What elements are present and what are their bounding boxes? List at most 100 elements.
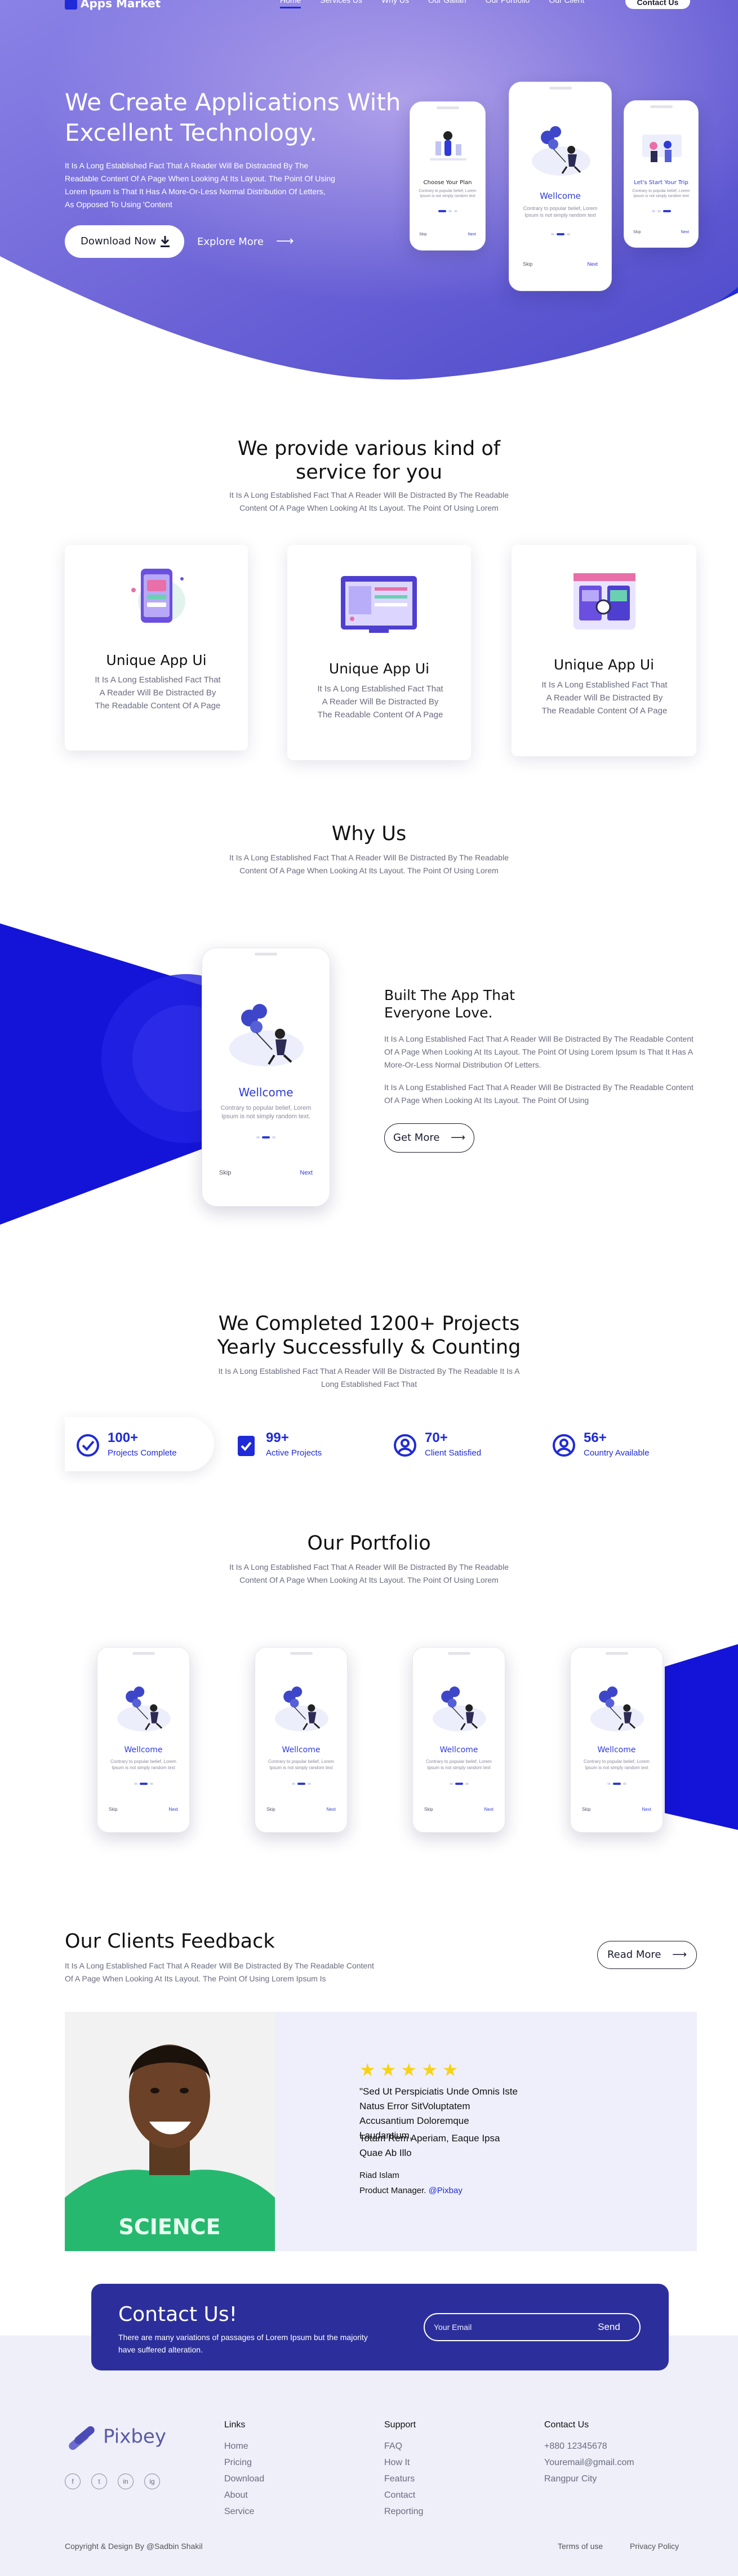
footer-link-about[interactable]: About	[224, 2487, 264, 2503]
pager-dots	[438, 210, 457, 212]
nav-portfolio[interactable]: Our Portfolio	[486, 0, 530, 8]
pager-dots	[550, 233, 570, 235]
phone-next: Next	[642, 1807, 651, 1812]
client-photo: SCIENCE	[65, 2012, 275, 2251]
copyright: Copyright & Design By @Sadbin Shakil	[65, 2542, 203, 2551]
hero-section: Apps Market Home Services Us Why Us Our …	[0, 0, 738, 405]
welcome-illustration-icon	[229, 1004, 304, 1066]
card-title: Unique App Ui	[106, 652, 207, 668]
nav-client[interactable]: Our Client	[549, 0, 584, 8]
phone-skip: Skip	[109, 1807, 118, 1812]
stat-label: Client Satisfied	[425, 1448, 482, 1458]
facebook-icon[interactable]: f	[65, 2474, 81, 2489]
footer-link-download[interactable]: Download	[224, 2471, 264, 2487]
portfolio-phone[interactable]: Wellcome Contrary to popular belief, Lore…	[97, 1647, 190, 1833]
phone-next: Next	[168, 1807, 178, 1812]
portfolio-title: Our Portfolio	[307, 1532, 431, 1555]
nav-gallery[interactable]: Our Gallari	[428, 0, 466, 8]
hero-text: It Is A Long Established Fact That A Rea…	[65, 161, 335, 209]
instagram-icon[interactable]: ig	[144, 2474, 160, 2489]
star-icon: ★	[401, 2060, 417, 2080]
stat-number: 100+	[108, 1430, 139, 1445]
nav-home[interactable]: Home	[280, 0, 301, 8]
download-now-button[interactable]: Download Now	[65, 225, 184, 258]
footer-location: Rangpur City	[544, 2474, 597, 2484]
phone-notch	[290, 1652, 313, 1655]
brand-logo[interactable]: Apps Market	[65, 0, 161, 10]
client-name: Riad Islam	[359, 2171, 399, 2180]
footer-link-service[interactable]: Service	[224, 2503, 264, 2520]
card-title: Unique App Ui	[328, 660, 430, 677]
footer-link-how-it[interactable]: How It	[384, 2454, 423, 2471]
portfolio-phone[interactable]: Wellcome Contrary to popular belief, Lore…	[255, 1647, 348, 1833]
terms-link[interactable]: Terms of use	[558, 2542, 603, 2551]
dashboard-ui-icon	[341, 576, 417, 633]
pager-dots	[291, 1783, 311, 1785]
pager-dots	[256, 1136, 275, 1139]
read-more-button[interactable]: Read More ⟶	[597, 1941, 697, 1969]
brand-name: Apps Market	[81, 0, 161, 10]
email-input[interactable]	[429, 2318, 581, 2336]
service-card[interactable]: Unique App Ui It Is A Long Established F…	[287, 545, 471, 760]
hero-phone-left: Choose Your Plan Contrary to popular bel…	[410, 101, 486, 251]
contact-title: Contact Us!	[118, 2303, 238, 2326]
footer-link-home[interactable]: Home	[224, 2438, 264, 2454]
client-handle[interactable]: @Pixbay	[429, 2186, 463, 2195]
clipboard-check-icon	[238, 1436, 255, 1456]
store-icon	[65, 0, 77, 10]
stat-label: Country Available	[584, 1448, 650, 1458]
read-more-label: Read More	[607, 1949, 661, 1961]
footer-email[interactable]: Youremail@gmail.com	[544, 2454, 634, 2471]
star-icon: ★	[421, 2060, 438, 2080]
phone-skip: Skip	[582, 1807, 591, 1812]
send-button[interactable]: Send	[581, 2317, 637, 2337]
why-phone: Wellcome Contrary to popular belief, Lor…	[202, 948, 330, 1207]
get-more-button[interactable]: Get More ⟶	[384, 1123, 474, 1153]
footer-link-features[interactable]: Featurs	[384, 2471, 423, 2487]
nav-why-us[interactable]: Why Us	[381, 0, 409, 8]
footer-logo[interactable]: Pixbey	[65, 2421, 166, 2454]
social-links: f t in ig	[65, 2474, 160, 2489]
phone-notch	[549, 87, 572, 90]
download-label: Download Now	[81, 235, 157, 247]
welcome-illustration-icon	[275, 1686, 328, 1732]
phone-skip: Skip	[424, 1807, 433, 1812]
footer-phone[interactable]: +880 12345678	[544, 2438, 634, 2454]
app-screens-icon	[573, 573, 635, 630]
phone-text: Contrary to popular belief, Lorem Ipsum …	[220, 1105, 312, 1120]
twitter-icon[interactable]: t	[91, 2474, 107, 2489]
nav-services[interactable]: Services Us	[320, 0, 362, 8]
explore-more-button[interactable]: Explore More ⟶	[197, 225, 294, 258]
stats-subtitle: It Is A Long Established Fact That A Rea…	[218, 1367, 520, 1389]
service-card[interactable]: Unique App Ui It Is A Long Established F…	[65, 545, 248, 751]
nav-links: Home Services Us Why Us Our Gallari Our …	[280, 0, 584, 8]
portfolio-phone[interactable]: Wellcome Contrary to popular belief, Lore…	[412, 1647, 505, 1833]
welcome-illustration-icon	[433, 1686, 486, 1732]
contact-us-button[interactable]: Contact Us	[625, 0, 690, 9]
footer-link-reporting[interactable]: Reporting	[384, 2503, 423, 2520]
star-icon: ★	[380, 2060, 397, 2080]
phone-next: Next	[587, 261, 598, 267]
phone-title: Wellcome	[124, 1745, 163, 1754]
privacy-link[interactable]: Privacy Policy	[630, 2542, 679, 2551]
phone-title: Wellcome	[238, 1086, 294, 1099]
footer-link-contact[interactable]: Contact	[384, 2487, 423, 2503]
why-subtitle: It Is A Long Established Fact That A Rea…	[229, 853, 509, 875]
portfolio-phone[interactable]: Wellcome Contrary to popular belief, Lore…	[570, 1647, 663, 1833]
arrow-right-icon: ⟶	[672, 1949, 687, 1961]
why-heading: Built The App That Everyone Love.	[384, 987, 515, 1021]
footer-link-pricing[interactable]: Pricing	[224, 2454, 264, 2471]
stat-number: 56+	[584, 1430, 607, 1445]
service-card[interactable]: Unique App Ui It Is A Long Established F…	[512, 545, 696, 756]
linkedin-icon[interactable]: in	[118, 2474, 134, 2489]
phone-notch	[650, 105, 673, 108]
phone-text: Contrary to popular belief, Lorem Ipsum …	[426, 1759, 492, 1770]
trip-illustration-icon	[642, 135, 682, 162]
welcome-illustration-icon	[590, 1686, 644, 1732]
phone-skip: Skip	[523, 261, 533, 267]
arrow-right-icon: ⟶	[275, 234, 294, 248]
card-text: It Is A Long Established Fact That A Rea…	[541, 680, 668, 716]
welcome-illustration-icon	[117, 1686, 171, 1732]
testimonial-quote-2: Totam Rem Aperiam, Eaque Ipsa Quae Ab Il…	[359, 2133, 500, 2158]
footer-link-faq[interactable]: FAQ	[384, 2438, 423, 2454]
